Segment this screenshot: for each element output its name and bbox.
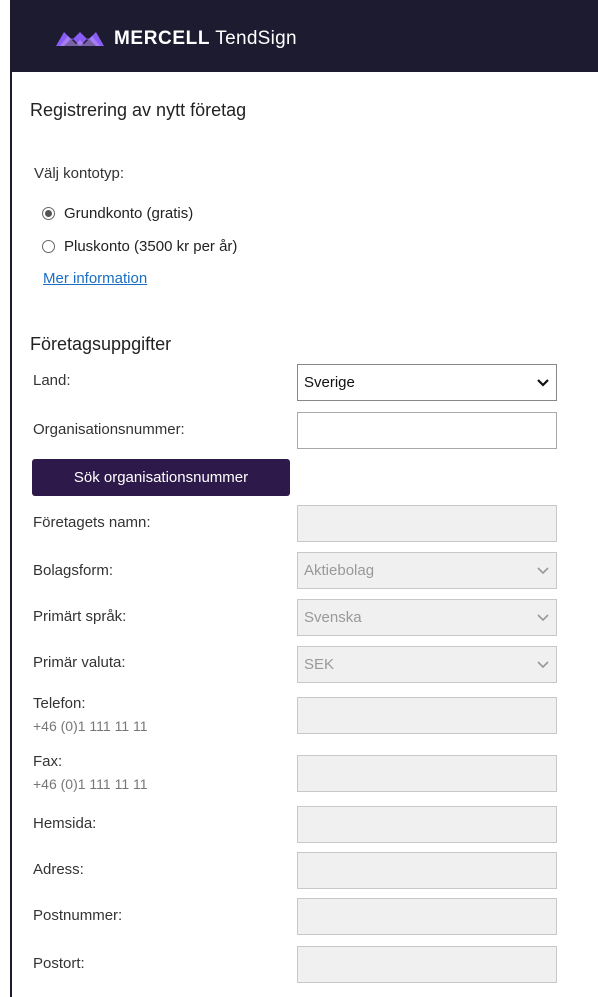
label-address: Adress:	[33, 861, 84, 878]
search-org-number-button[interactable]: Sök organisationsnummer	[32, 459, 290, 496]
radio-label: Pluskonto (3500 kr per år)	[64, 238, 238, 255]
primary-language-select: Svenska	[297, 599, 557, 636]
page-frame	[10, 0, 598, 997]
chevron-down-icon	[530, 566, 556, 575]
brand-logo[interactable]: MERCELL TendSign	[56, 26, 297, 52]
website-field	[297, 806, 557, 843]
label-city: Postort:	[33, 955, 85, 972]
label-primary-currency: Primär valuta:	[33, 654, 126, 671]
radio-label: Grundkonto (gratis)	[64, 205, 194, 222]
company-name-field	[297, 505, 557, 542]
label-land: Land:	[33, 372, 71, 389]
city-field	[297, 946, 557, 983]
postal-code-field	[297, 898, 557, 935]
radio-button-selected[interactable]	[42, 207, 55, 220]
company-form-value: Aktiebolag	[304, 562, 375, 579]
chevron-down-icon	[530, 613, 556, 622]
address-field	[297, 852, 557, 889]
fax-field	[297, 755, 557, 792]
label-primary-language: Primärt språk:	[33, 608, 127, 625]
primary-currency-value: SEK	[304, 656, 335, 673]
mercell-logo-icon	[56, 30, 104, 48]
company-form-select: Aktiebolag	[297, 552, 557, 589]
label-fax: Fax:	[33, 753, 63, 770]
org-number-input[interactable]	[297, 412, 557, 449]
phone-format-hint: +46 (0)1 111 11 11	[33, 718, 148, 734]
top-header: MERCELL TendSign	[10, 0, 598, 72]
phone-field	[297, 697, 557, 734]
label-phone: Telefon:	[33, 695, 86, 712]
label-website: Hemsida:	[33, 815, 97, 832]
more-info-link[interactable]: Mer information	[43, 270, 147, 287]
brand-light: TendSign	[215, 28, 297, 49]
label-postal-code: Postnummer:	[33, 907, 123, 924]
label-company-form: Bolagsform:	[33, 562, 114, 579]
chevron-down-icon	[530, 378, 556, 387]
label-company-name: Företagets namn:	[33, 514, 151, 531]
primary-currency-select: SEK	[297, 646, 557, 683]
chevron-down-icon	[530, 660, 556, 669]
fax-format-hint: +46 (0)1 111 11 11	[33, 776, 148, 792]
country-select[interactable]: Sverige	[297, 364, 557, 401]
brand-bold: MERCELL	[114, 28, 211, 49]
country-value: Sverige	[304, 374, 355, 391]
radio-button[interactable]	[42, 240, 55, 253]
section-title-company: Företagsuppgifter	[30, 334, 172, 354]
brand-name: MERCELL TendSign	[114, 28, 297, 50]
label-org-number: Organisationsnummer:	[33, 421, 185, 438]
radio-pluskonto[interactable]: Pluskonto (3500 kr per år)	[42, 238, 237, 255]
account-type-label: Välj kontotyp:	[34, 165, 125, 182]
radio-grundkonto[interactable]: Grundkonto (gratis)	[42, 205, 193, 222]
primary-language-value: Svenska	[304, 609, 362, 626]
page-title: Registrering av nytt företag	[30, 100, 247, 120]
